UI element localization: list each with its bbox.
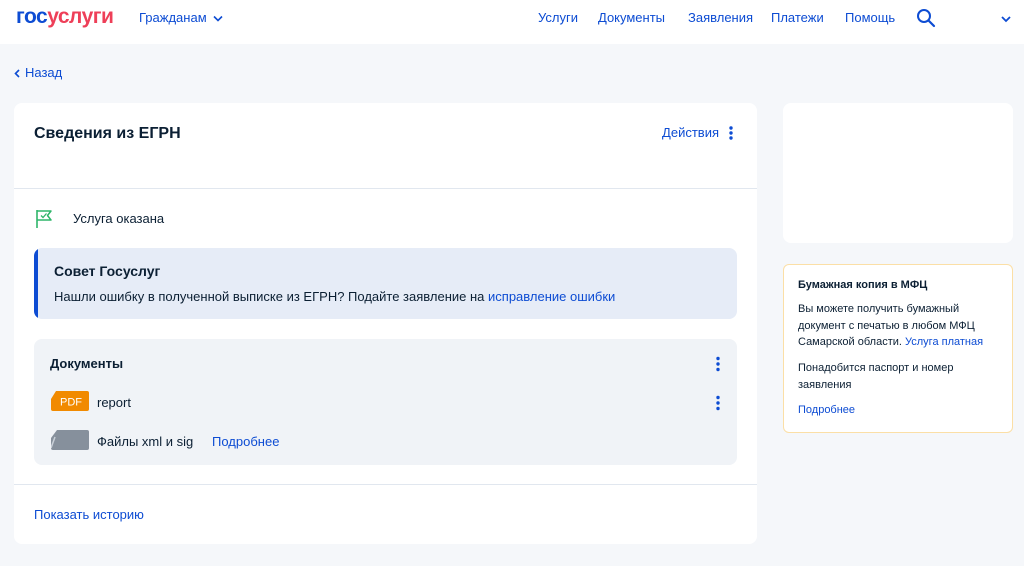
paid-service-link[interactable]: Услуга платная: [905, 336, 983, 348]
top-header: госуслуги Гражданам Услуги Документы Зая…: [0, 0, 1024, 44]
nav-help[interactable]: Помощь: [845, 10, 895, 26]
logo-part-1: гос: [16, 5, 48, 28]
profile-chevron-down-icon[interactable]: [1000, 14, 1012, 24]
pdf-file-icon: PDF: [51, 391, 89, 411]
chevron-left-icon: [14, 68, 20, 78]
back-link[interactable]: Назад: [14, 66, 62, 80]
divider: [14, 484, 757, 485]
mfc-text: Вы можете получить бумажный документ с п…: [798, 301, 1003, 351]
mfc-requirements-text: Понадобится паспорт и номер заявления: [798, 362, 954, 391]
search-icon[interactable]: [916, 8, 936, 28]
gosuslugi-logo[interactable]: госуслуги: [16, 5, 114, 28]
actions-label: Действия: [662, 125, 719, 140]
tip-text: Нашли ошибку в полученной выписке из ЕГР…: [54, 289, 615, 304]
files-more-link[interactable]: Подробнее: [212, 434, 279, 449]
egrn-request-card: Сведения из ЕГРН Действия Услуга оказана…: [14, 103, 757, 544]
error-correction-link[interactable]: исправление ошибки: [488, 289, 615, 304]
audience-label: Гражданам: [139, 10, 207, 25]
show-history-link[interactable]: Показать историю: [34, 507, 144, 522]
tip-accent-bar: [34, 248, 38, 319]
audience-dropdown[interactable]: Гражданам: [139, 10, 223, 26]
files-xml-sig-label: Файлы xml и sig: [97, 434, 194, 449]
documents-title: Документы: [50, 356, 124, 371]
mfc-title: Бумажная копия в МФЦ: [798, 279, 928, 291]
report-more-icon[interactable]: [715, 395, 721, 411]
nav-applications[interactable]: Заявления: [688, 10, 753, 26]
documents-more-icon[interactable]: [715, 356, 721, 372]
tip-title: Совет Госуслуг: [54, 263, 161, 279]
chevron-down-icon: [213, 15, 223, 22]
nav-documents[interactable]: Документы: [598, 10, 665, 26]
flag-icon: [36, 210, 52, 228]
document-report-link[interactable]: report: [97, 395, 131, 410]
side-card: [783, 103, 1013, 243]
actions-menu-button[interactable]: Действия: [662, 125, 733, 141]
status-label: Услуга оказана: [73, 211, 165, 226]
gosuslugi-tip: Совет Госуслуг Нашли ошибку в полученной…: [34, 248, 737, 319]
nav-payments[interactable]: Платежи: [771, 10, 824, 26]
divider: [14, 188, 757, 189]
mfc-paper-copy-box: Бумажная копия в МФЦ Вы можете получить …: [783, 264, 1013, 433]
pdf-badge-label: PDF: [60, 397, 82, 409]
nav-services[interactable]: Услуги: [538, 10, 578, 26]
back-label: Назад: [25, 65, 63, 80]
mfc-more-link[interactable]: Подробнее: [798, 404, 855, 416]
documents-section: Документы PDF report Файлы xml и sig Под…: [34, 339, 737, 465]
archive-file-icon: [51, 430, 89, 450]
tip-text-body: Нашли ошибку в полученной выписке из ЕГР…: [54, 289, 489, 304]
more-vertical-icon: [729, 126, 733, 140]
logo-part-2: услуги: [47, 5, 114, 28]
page-title: Сведения из ЕГРН: [34, 125, 181, 142]
